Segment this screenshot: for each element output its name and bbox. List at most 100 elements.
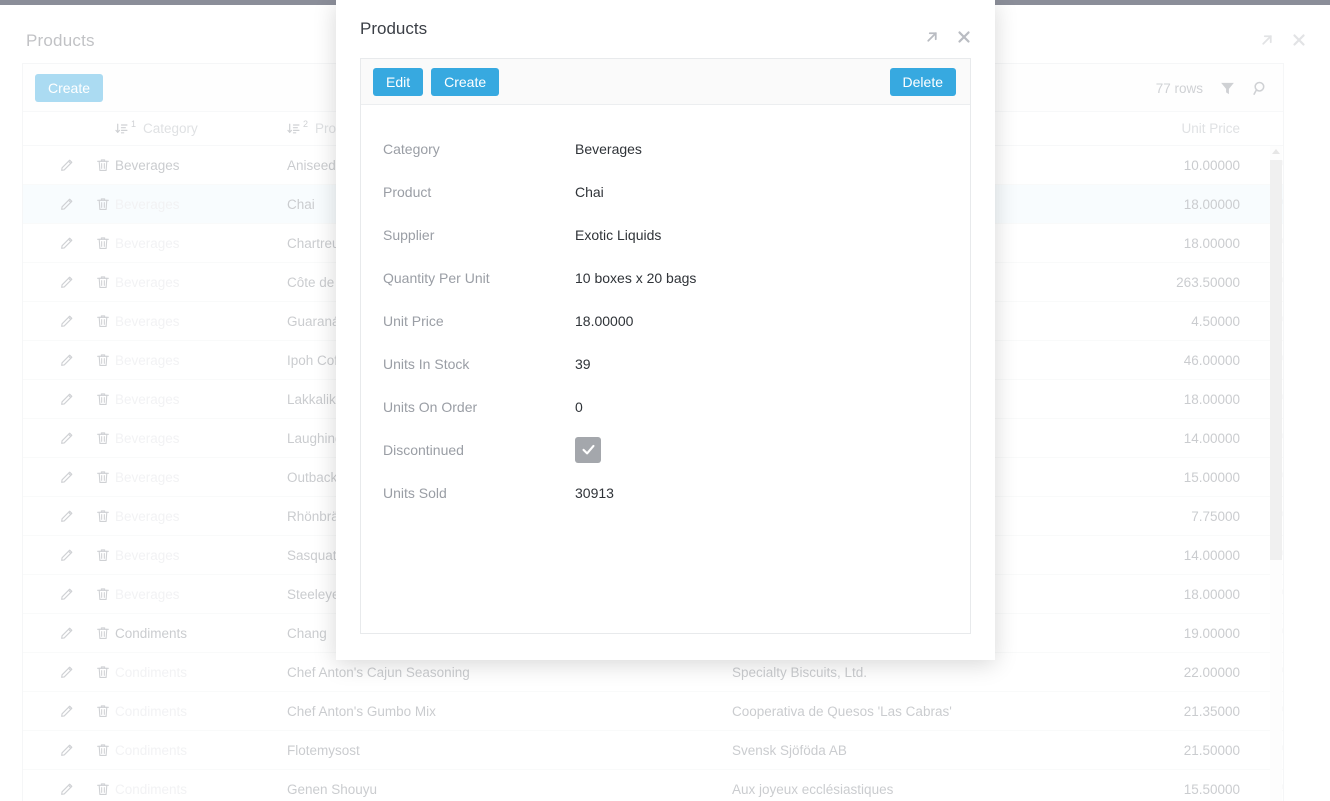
edit-row-icon[interactable] <box>59 391 75 407</box>
edit-row-icon[interactable] <box>59 742 75 758</box>
row-actions <box>23 391 115 407</box>
delete-row-icon[interactable] <box>95 391 111 407</box>
delete-row-icon[interactable] <box>95 625 111 641</box>
cell-category: Beverages <box>115 236 287 251</box>
create-button[interactable]: Create <box>35 74 103 102</box>
cell-product: Genen Shouyu <box>287 782 732 797</box>
edit-row-icon[interactable] <box>59 235 75 251</box>
edit-button[interactable]: Edit <box>373 68 423 96</box>
table-row[interactable]: CondimentsFlotemysostSvensk Sjöföda AB21… <box>23 731 1283 770</box>
close-icon[interactable] <box>1290 31 1308 49</box>
field-label: Units On Order <box>383 399 575 415</box>
delete-button[interactable]: Delete <box>890 68 956 96</box>
cell-unit-price: 14.00000 <box>1132 548 1252 563</box>
form-field-row: Units In Stock39 <box>383 342 970 385</box>
delete-row-icon[interactable] <box>95 157 111 173</box>
edit-row-icon[interactable] <box>59 625 75 641</box>
field-value: 30913 <box>575 485 614 501</box>
sort-order-number: 2 <box>303 119 308 129</box>
filter-icon[interactable] <box>1219 80 1236 97</box>
header-category-label: Category <box>143 121 198 136</box>
cell-unit-price: 14.00000 <box>1132 431 1252 446</box>
table-row[interactable]: CondimentsChef Anton's Gumbo MixCooperat… <box>23 692 1283 731</box>
field-label: Units Sold <box>383 485 575 501</box>
cell-unit-price: 18.00000 <box>1132 197 1252 212</box>
edit-row-icon[interactable] <box>59 157 75 173</box>
row-actions <box>23 547 115 563</box>
form-field-row: SupplierExotic Liquids <box>383 213 970 256</box>
delete-row-icon[interactable] <box>95 430 111 446</box>
row-actions <box>23 196 115 212</box>
cell-category: Condiments <box>115 704 287 719</box>
row-actions <box>23 352 115 368</box>
cell-product: Flotemysost <box>287 743 732 758</box>
create-button[interactable]: Create <box>431 68 499 96</box>
row-actions <box>23 313 115 329</box>
popout-icon[interactable] <box>923 28 941 46</box>
grid-vertical-scrollbar[interactable] <box>1270 146 1282 801</box>
field-label: Supplier <box>383 227 575 243</box>
field-label: Units In Stock <box>383 356 575 372</box>
row-actions <box>23 742 115 758</box>
delete-row-icon[interactable] <box>95 586 111 602</box>
field-value: 0 <box>575 399 583 415</box>
cell-category: Beverages <box>115 197 287 212</box>
cell-unit-price: 15.00000 <box>1132 470 1252 485</box>
sort-asc-icon <box>287 122 300 135</box>
delete-row-icon[interactable] <box>95 508 111 524</box>
modal-window-controls <box>923 28 973 46</box>
edit-row-icon[interactable] <box>59 313 75 329</box>
cell-unit-price: 22.00000 <box>1132 665 1252 680</box>
edit-row-icon[interactable] <box>59 703 75 719</box>
delete-row-icon[interactable] <box>95 664 111 680</box>
table-row[interactable]: CondimentsGenen ShouyuAux joyeux ecclési… <box>23 770 1283 801</box>
field-value: Chai <box>575 184 604 200</box>
edit-row-icon[interactable] <box>59 352 75 368</box>
sort-order-number: 1 <box>131 119 136 129</box>
form-field-row: Discontinued <box>383 428 970 471</box>
popout-icon[interactable] <box>1258 31 1276 49</box>
delete-row-icon[interactable] <box>95 274 111 290</box>
scrollbar-thumb[interactable] <box>1270 160 1282 560</box>
cell-supplier: Svensk Sjöföda AB <box>732 743 1132 758</box>
cell-category: Beverages <box>115 275 287 290</box>
header-category[interactable]: 1 Category <box>115 121 287 136</box>
row-count-label: 77 rows <box>1156 81 1203 96</box>
edit-row-icon[interactable] <box>59 664 75 680</box>
scroll-up-arrow-icon[interactable] <box>1272 149 1280 154</box>
cell-category: Beverages <box>115 314 287 329</box>
edit-row-icon[interactable] <box>59 469 75 485</box>
delete-row-icon[interactable] <box>95 469 111 485</box>
close-icon[interactable] <box>955 28 973 46</box>
edit-row-icon[interactable] <box>59 547 75 563</box>
cell-category: Beverages <box>115 548 287 563</box>
delete-row-icon[interactable] <box>95 235 111 251</box>
field-value: 39 <box>575 356 591 372</box>
delete-row-icon[interactable] <box>95 781 111 797</box>
edit-row-icon[interactable] <box>59 274 75 290</box>
delete-row-icon[interactable] <box>95 196 111 212</box>
search-icon[interactable] <box>1252 80 1269 97</box>
delete-row-icon[interactable] <box>95 313 111 329</box>
delete-row-icon[interactable] <box>95 352 111 368</box>
field-value: Beverages <box>575 141 642 157</box>
discontinued-checkbox[interactable] <box>575 437 601 463</box>
header-unit-price[interactable]: Unit Price <box>1132 121 1252 136</box>
cell-category: Condiments <box>115 743 287 758</box>
row-actions <box>23 703 115 719</box>
edit-row-icon[interactable] <box>59 196 75 212</box>
delete-row-icon[interactable] <box>95 742 111 758</box>
cell-unit-price: 15.50000 <box>1132 782 1252 797</box>
field-label: Discontinued <box>383 442 575 458</box>
edit-row-icon[interactable] <box>59 430 75 446</box>
cell-unit-price: 18.00000 <box>1132 236 1252 251</box>
edit-row-icon[interactable] <box>59 586 75 602</box>
cell-unit-price: 4.50000 <box>1132 314 1252 329</box>
cell-product: Chef Anton's Gumbo Mix <box>287 704 732 719</box>
delete-row-icon[interactable] <box>95 703 111 719</box>
edit-row-icon[interactable] <box>59 508 75 524</box>
delete-row-icon[interactable] <box>95 547 111 563</box>
cell-category: Beverages <box>115 431 287 446</box>
edit-row-icon[interactable] <box>59 781 75 797</box>
cell-unit-price: 18.00000 <box>1132 392 1252 407</box>
